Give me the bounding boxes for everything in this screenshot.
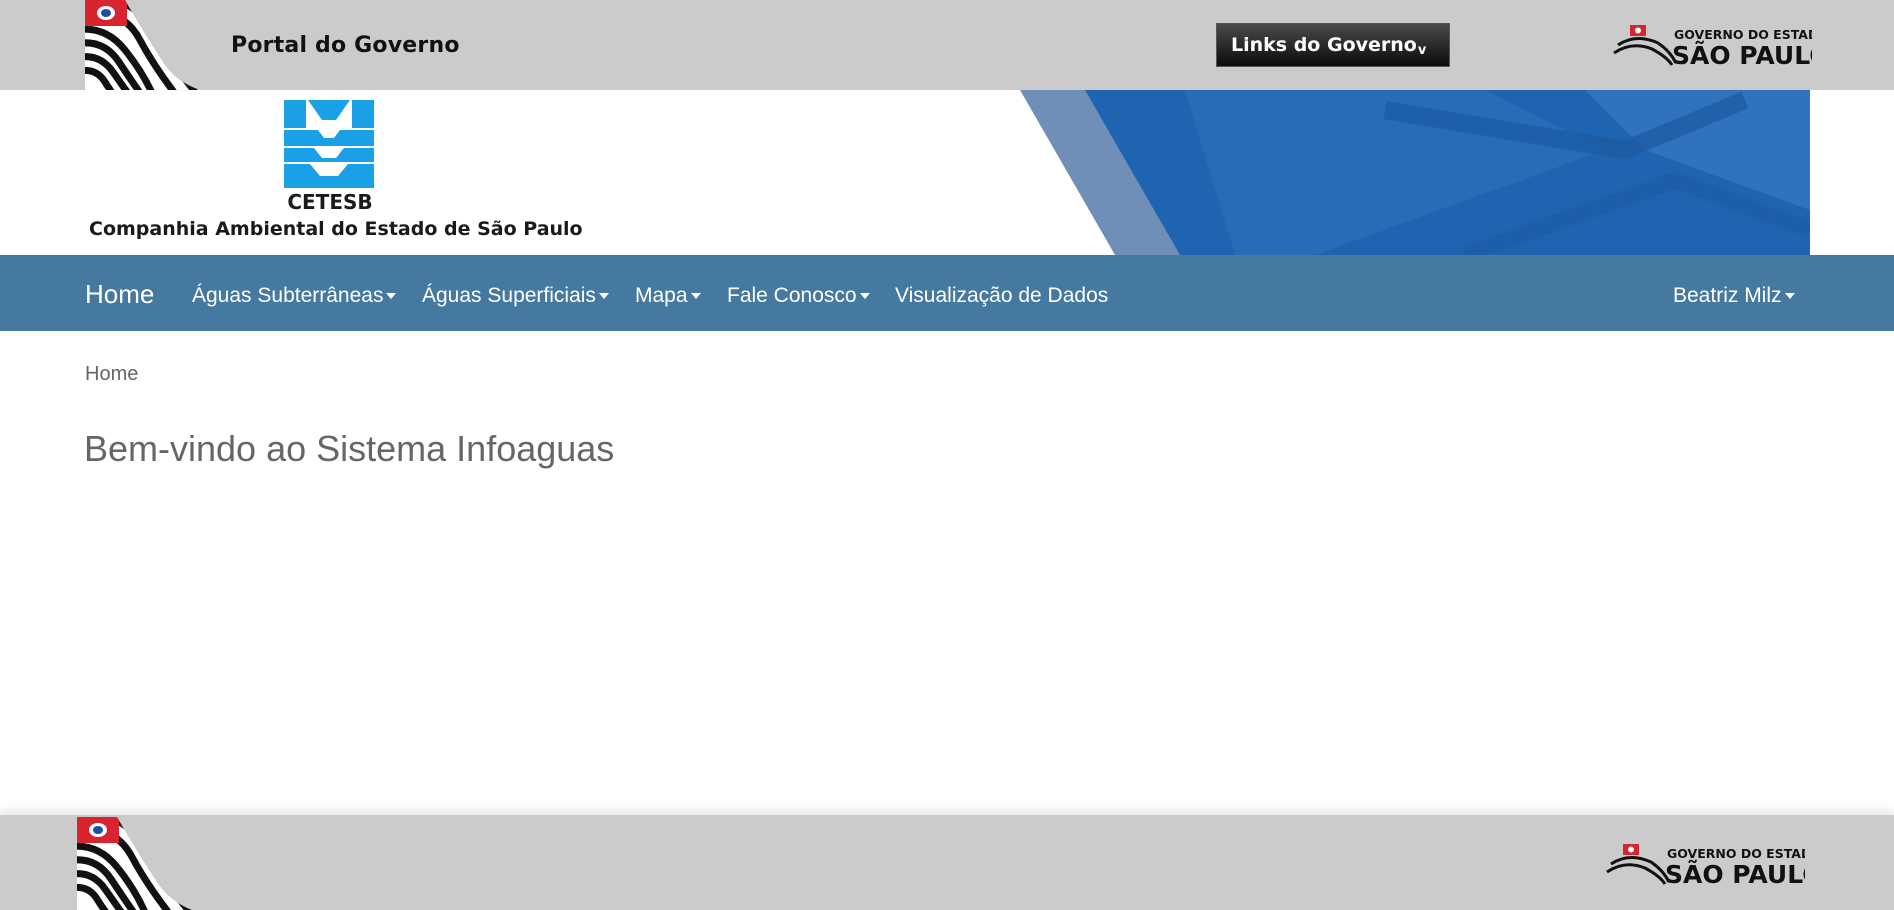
nav-item-label: Visualização de Dados — [895, 284, 1109, 307]
gov-logo-main-text: SÃO PAULO — [1672, 41, 1812, 67]
gov-logo-top-text: GOVERNO DO ESTADO — [1674, 27, 1812, 42]
nav-item-visualizacao-de-dados[interactable]: Visualização de Dados — [895, 284, 1108, 308]
site-footer: GOVERNO DO ESTADO SÃO PAULO — [0, 815, 1894, 910]
footer-logo-main-text: SÃO PAULO — [1665, 860, 1805, 886]
nav-item-label: Mapa — [635, 284, 688, 307]
links-do-governo-button[interactable]: Links do Governov — [1216, 23, 1450, 67]
nav-item-fale-conosco[interactable]: Fale Conosco — [727, 284, 870, 308]
page-title: Bem-vindo ao Sistema Infoaguas — [84, 428, 615, 469]
caret-down-icon — [690, 293, 701, 299]
cetesb-logo-icon[interactable] — [284, 100, 374, 188]
portal-do-governo-link[interactable]: Portal do Governo — [231, 33, 460, 58]
sao-paulo-flag-icon — [77, 817, 192, 910]
footer-logo-top-text: GOVERNO DO ESTADO — [1667, 846, 1805, 861]
sao-paulo-flag-icon[interactable] — [85, 0, 200, 90]
nav-item-label: Águas Superficiais — [422, 284, 596, 307]
chevron-down-icon: v — [1417, 43, 1427, 58]
main-navbar: Home Águas Subterrâneas Águas Superficia… — [0, 255, 1894, 331]
nav-item-mapa[interactable]: Mapa — [635, 284, 701, 308]
government-top-bar: Portal do Governo Links do Governov GOVE… — [0, 0, 1894, 90]
nav-item-label: Fale Conosco — [727, 284, 857, 307]
site-header: CETESB Companhia Ambiental do Estado de … — [85, 90, 1810, 255]
caret-down-icon — [1784, 293, 1795, 299]
user-menu[interactable]: Beatriz Milz — [1673, 284, 1795, 308]
breadcrumb: Home — [85, 363, 139, 385]
governo-sao-paulo-logo[interactable]: GOVERNO DO ESTADO SÃO PAULO — [1612, 23, 1812, 67]
caret-down-icon — [598, 293, 609, 299]
nav-item-aguas-superficiais[interactable]: Águas Superficiais — [422, 284, 609, 308]
links-do-governo-label: Links do Governo — [1231, 34, 1417, 56]
cetesb-full-name: Companhia Ambiental do Estado de São Pau… — [89, 218, 583, 240]
user-name: Beatriz Milz — [1673, 284, 1782, 307]
nav-item-aguas-subterraneas[interactable]: Águas Subterrâneas — [192, 284, 397, 308]
caret-down-icon — [859, 293, 870, 299]
nav-home-link[interactable]: Home — [85, 279, 154, 310]
nav-item-label: Águas Subterrâneas — [192, 284, 384, 307]
governo-sao-paulo-logo[interactable]: GOVERNO DO ESTADO SÃO PAULO — [1605, 842, 1805, 886]
cetesb-name: CETESB — [287, 190, 373, 214]
caret-down-icon — [386, 293, 397, 299]
